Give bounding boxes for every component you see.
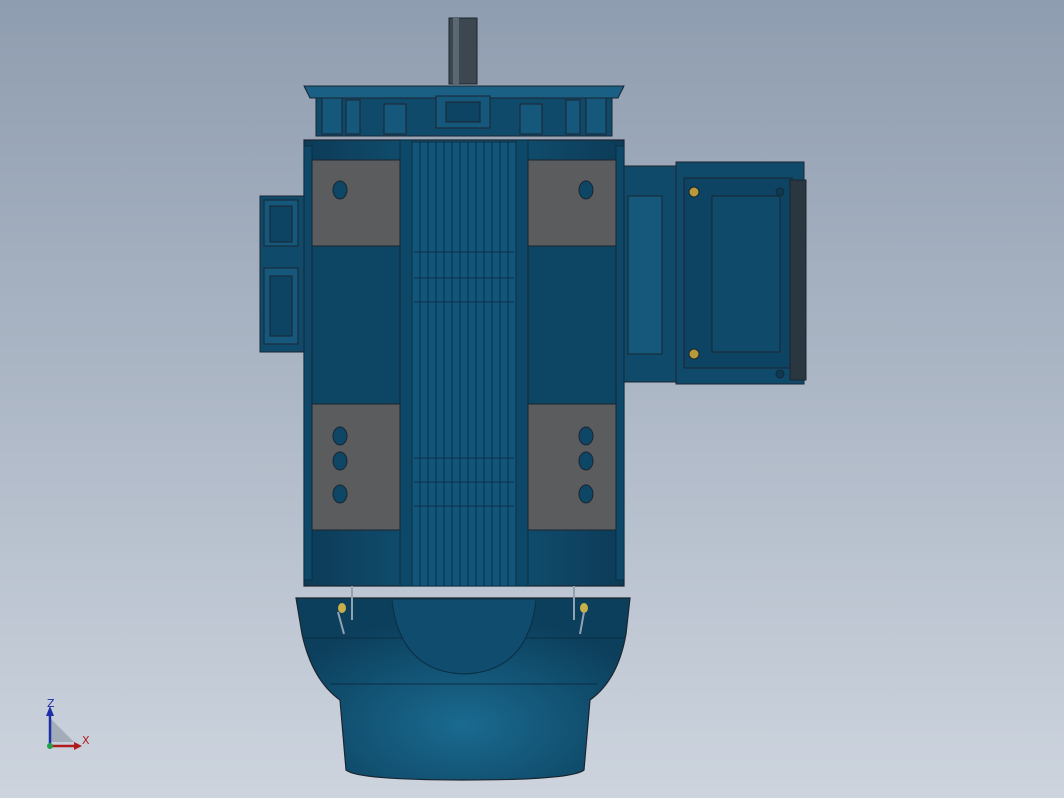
x-axis-label: X <box>82 734 90 747</box>
graphics-viewport[interactable]: Z X <box>0 0 1064 798</box>
left-accessory-box <box>259 195 305 353</box>
mounting-pad-left-bottom <box>311 403 401 531</box>
z-axis-label: Z <box>47 697 55 710</box>
mounting-pad-right-bottom <box>527 403 617 531</box>
mounting-pad-right-top <box>527 159 617 247</box>
cooling-fins <box>411 141 517 587</box>
coordinate-triad: Z X <box>36 696 106 760</box>
terminal-box <box>623 161 807 385</box>
motor-model[interactable] <box>0 0 1064 798</box>
mounting-pad-left-top <box>311 159 401 247</box>
